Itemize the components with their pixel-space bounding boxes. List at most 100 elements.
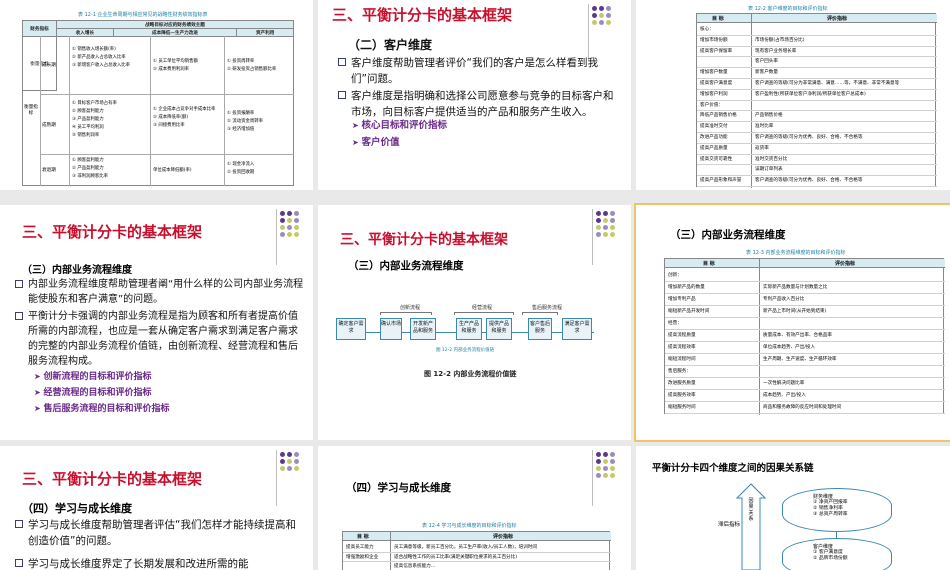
table-header: 评价指标 — [835, 261, 856, 267]
figure-caption: 图 12-2 内部业务流程价值链 — [424, 370, 517, 378]
table-header: 目 标 — [703, 261, 715, 267]
slide-thumbnail-6[interactable]: （三）内部业务流程维度 表 12-3 内部业务流程维度的目标和评价指标 目 标 … — [634, 203, 950, 442]
flow-box: 满足客户需求 — [562, 318, 592, 340]
slide-thumbnail-3[interactable]: 表 12-2 客户维度的目标和评价指标 目 标 评价指标 核心： 增加市场份额 市场… — [636, 0, 950, 190]
slide-title: 三、平衡计分卡的基本框架 — [22, 223, 203, 241]
table-cell: 增加市场份额 — [700, 37, 728, 43]
table-cell: 创新： — [668, 273, 682, 278]
table-cell: 客户价值： — [700, 102, 723, 108]
table-cell: 客户调查的等级(可分为优秀、良好、合格、不合格等 — [755, 134, 863, 140]
square-bullet-icon — [15, 520, 23, 528]
table-row: 提高流程效率 单位成本趋势、产出/投入 — [665, 342, 945, 354]
table-row: 缩短服务时间 商品和服务故障的反应时间和处理时间 — [665, 402, 945, 414]
table-cell: ① 目标客户市场占有率 ② 顾客盈利能力 ③ 产品盈利能力 ④ 员工平均利润 ⑤… — [72, 101, 117, 138]
section-subtitle: （二）客户维度 — [348, 38, 433, 52]
table-row: 客户回头率 — [697, 57, 937, 69]
table-cell: 客户调查的等级(可分为非常满意、满意……等，不满意、非常不满意等 — [755, 80, 900, 86]
table-row: 增强激励和企业 适合战略性工作的员工比率(满足关键职位要求的员工百分比) — [343, 553, 611, 562]
table-header: 战略目标对应的财务绩效主题 — [56, 20, 294, 29]
table-cell: 生产周期、生产速度、生产循环效率 — [763, 357, 837, 362]
table-row: 改进产品功能 客户调查的等级(可分为优秀、良好、合格、不合格等 — [697, 133, 937, 144]
table-cell: 一次性解决问题比率 — [763, 381, 805, 386]
table-row: 增加客户利润 客户盈利性(所获单位客户净利润/所获单位客户总成本) — [697, 90, 937, 101]
list-item: 核心目标和评价指标 — [352, 120, 447, 131]
table-cell: 提高准时交付 — [700, 124, 728, 130]
flow-box: 客户售后服务 — [528, 318, 552, 340]
slide-thumbnail-9[interactable]: 平衡计分卡四个维度之间的因果关系链 滞后指标 因果关系 财务维度 ① 净资产回报… — [636, 446, 950, 570]
table-cell: 员工满意等级，新员工百分比，员工生产率(收入/员工人数)，培训时间 — [394, 545, 537, 550]
table-cell: 提高服务效率 — [668, 393, 696, 398]
flow-box: 生产产品和服务 — [456, 318, 482, 340]
table-cell: 增强激励和企业 — [346, 554, 379, 560]
bullet-paragraph: 内部业务流程维度帮助管理者阐“用什么样的公司内部业务流程能使股东和客户满意”的问… — [15, 277, 306, 307]
table-cell: 核心： — [700, 27, 714, 32]
table-row: 增加市场份额 市场份额(占市场百分比) — [697, 36, 937, 47]
bullet-paragraph: 平衡计分卡强调的内部业务流程是指为顾客和所有者提高价值所需的内部流程，也应是一套… — [15, 309, 306, 369]
bracket — [380, 312, 432, 315]
stage-label: 成长期 — [42, 63, 56, 68]
section-subtitle: （四）学习与成长维度 — [22, 502, 132, 515]
slide-thumbnail-7[interactable]: 三、平衡计分卡的基本框架 （四）学习与成长维度 学习与成长维度帮助管理者评估“我… — [0, 446, 313, 570]
slide-thumbnail-5[interactable]: 三、平衡计分卡的基本框架 （三）内部业务流程维度 创新流程 经营流程 售后服务流… — [318, 205, 631, 440]
decoration-dots-icon — [280, 211, 306, 251]
table-cell: 改进产品功能 — [700, 134, 728, 140]
table-row: 创新： — [665, 270, 945, 282]
table-row: 缩短流程时间 生产周期、生产速度、生产循环效率 — [665, 354, 945, 366]
table-cell: 提高员工能力 — [346, 545, 374, 550]
table-cell: 增加新产品的数量 — [668, 285, 705, 290]
table-cell: 现有客户业务增长率 — [755, 48, 797, 54]
slide-thumbnail-4[interactable]: 三、平衡计分卡的基本框架 （三）内部业务流程维度 内部业务流程维度帮助管理者阐“… — [0, 205, 313, 440]
table-row: 提高服务效率 成本趋势、产出/投入 — [665, 390, 945, 402]
table-cell: 缩短服务时间 — [668, 405, 696, 410]
table-cell: ① 企业成本占竞争对手成本比率 ② 成本降低率(额) ③ 间接费用比率 — [153, 107, 216, 128]
table-header: 评价指标 — [827, 16, 848, 22]
stage-label: 衰退期 — [42, 168, 56, 173]
arrow-list: 创新流程的目标和评价指标 经营流程的目标和评价指标 售后服务流程的目标和评价指标 — [34, 369, 170, 417]
table-cell: ① 员工单位平均销售额 ② 成本费用利润率 — [153, 59, 198, 72]
table-row: 提高交货可靠性 准时交货百分比 — [697, 155, 937, 166]
table-row: 提高客户保留率 现有客户业务增长率 — [697, 47, 937, 58]
flow-box: 确定客户需求 — [336, 318, 366, 340]
table-cell: 实际新产品数量与计划数量之比 — [763, 285, 828, 290]
divider — [592, 450, 593, 506]
table-cell: 缩短流程时间 — [668, 357, 696, 362]
bracket — [454, 312, 514, 315]
slide-thumbnail-8[interactable]: （四）学习与成长维度 表 12-4 学习与成长维度的目标和评价指标 目 标 评价… — [318, 446, 631, 570]
table-row: 提高信息系统能力… — [343, 562, 611, 570]
table-cell: 缩短新产品开发时间 — [668, 309, 710, 314]
table-header: 目 标 — [712, 16, 724, 22]
table-cell: 质量成本、有效产出率、合格品率 — [763, 333, 832, 338]
decoration-dots-icon — [596, 452, 622, 492]
table-row: 增加客户数量 新客户数量 — [697, 68, 937, 79]
slide-title: 平衡计分卡四个维度之间的因果关系链 — [652, 463, 814, 474]
slide-title: 三、平衡计分卡的基本框架 — [340, 232, 508, 248]
slide-thumbnail-1[interactable]: 表 12-1 企业生命周期与相应常见的战略性财务绩效指标表 财务指标 战略目标对… — [0, 0, 313, 190]
slide-thumbnail-2[interactable]: 三、平衡计分卡的基本框架 （二）客户维度 客户维度帮助管理者评价“我们的客户是怎… — [318, 0, 631, 190]
table-header: 目 标 — [357, 534, 369, 540]
causal-arrow-icon — [736, 483, 766, 570]
table-row: 增加新产品的数量 实际新产品数量与计划数量之比 — [665, 282, 945, 294]
list-item: 经营流程的目标和评价指标 — [34, 388, 152, 398]
table-cell: 产品销售价格 — [755, 113, 783, 119]
slide-title: 三、平衡计分卡的基本框架 — [22, 470, 203, 488]
table-row: 售后服务： — [665, 366, 945, 378]
stage-label: 创新流程 — [400, 305, 421, 311]
square-bullet-icon — [15, 280, 23, 288]
table-caption: 表 12-1 企业生命周期与相应常见的战略性财务绩效指标表 — [78, 12, 208, 18]
table-cell: ① 投资报酬率 ② 流动资金周转率 ③ 经济增加值 — [227, 111, 264, 132]
section-subtitle: （三）内部业务流程维度 — [22, 265, 132, 276]
section-subtitle: （三）内部业务流程维度 — [670, 229, 786, 241]
flow-box: 提供产品和服务 — [486, 318, 512, 340]
square-bullet-icon — [15, 312, 23, 320]
table-row: 改进服务质量 一次性解决问题比率 — [665, 378, 945, 390]
table-cell: 新客户数量 — [755, 70, 778, 76]
bullet-paragraph: 客户维度帮助管理者评价“我们的客户是怎么样看到我们”问题。 — [338, 55, 623, 87]
table-cell: 增加客户利润 — [700, 91, 728, 97]
table-cell: ① 顾客盈利能力 ② 产品盈利能力 ③ 非利润顾客比率 — [72, 158, 109, 179]
paragraph-text: 内部业务流程维度帮助管理者阐“用什么样的公司内部业务流程能使股东和客户满意”的问… — [28, 279, 304, 305]
finance-table-body: 衡量指标 成长期 ① 销售收入增长额(率) ② 新产品收入占总收入比率 ③ 新增… — [22, 36, 294, 186]
slide-title: 三、平衡计分卡的基本框架 — [332, 6, 513, 24]
flow-box: 开发新产品和服务 — [410, 318, 436, 340]
table-cell: 单位成本趋势、产出/投入 — [763, 345, 816, 350]
table-cell: 市场份额(占市场百分比) — [755, 37, 805, 43]
